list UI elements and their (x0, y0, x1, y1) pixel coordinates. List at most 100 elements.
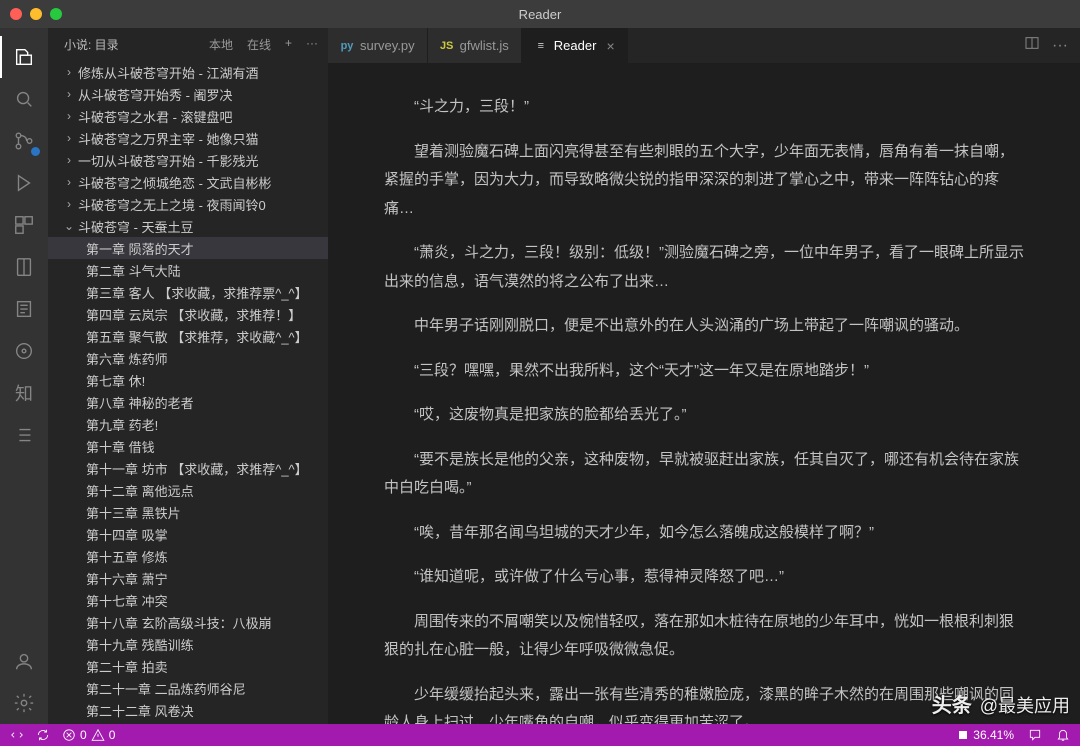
window-controls[interactable] (0, 8, 62, 20)
close-tab-icon[interactable]: × (606, 38, 614, 54)
chapter-label: 第十四章 吸掌 (86, 525, 168, 544)
tab-label: Reader (554, 38, 597, 53)
chapter-item[interactable]: 第二十三章 争抢 (48, 721, 328, 724)
chapter-item[interactable]: 第十五章 修炼 (48, 545, 328, 567)
watermark: 头条 @最美应用 (932, 689, 1070, 718)
editor-tab[interactable]: JSgfwlist.js (428, 28, 522, 63)
chapter-label: 第十二章 离他远点 (86, 481, 194, 500)
notes-icon[interactable] (0, 288, 48, 330)
chapter-item[interactable]: 第十二章 离他远点 (48, 479, 328, 501)
settings-icon[interactable] (0, 682, 48, 724)
chevron-icon: › (62, 175, 76, 189)
chevron-icon: › (62, 197, 76, 211)
chapter-item[interactable]: 第一章 陨落的天才 (48, 237, 328, 259)
chapter-item[interactable]: 第八章 神秘的老者 (48, 391, 328, 413)
chapter-item[interactable]: 第二章 斗气大陆 (48, 259, 328, 281)
tab-bar: pysurvey.pyJSgfwlist.js≡Reader× ··· (328, 28, 1080, 63)
paragraph: 望着测验魔石碑上面闪亮得甚至有些刺眼的五个大字，少年面无表情，唇角有着一抹自嘲，… (384, 138, 1024, 224)
account-icon[interactable] (0, 640, 48, 682)
chapter-item[interactable]: 第五章 聚气散 【求推荐，求收藏^_^】 (48, 325, 328, 347)
chapter-item[interactable]: 第十一章 坊市 【求收藏，求推荐^_^】 (48, 457, 328, 479)
search-icon[interactable] (0, 78, 48, 120)
sync-icon[interactable] (36, 728, 50, 742)
chapter-item[interactable]: 第二十二章 风卷决 (48, 699, 328, 721)
chapter-item[interactable]: 第十七章 冲突 (48, 589, 328, 611)
chapter-label: 第十章 借钱 (86, 437, 155, 456)
paragraph: 周围传来的不屑嘲笑以及惋惜轻叹，落在那如木桩待在原地的少年耳中，恍如一根根利刺狠… (384, 608, 1024, 665)
chapter-label: 第二十一章 二品炼药师谷尼 (86, 679, 246, 698)
close-window-button[interactable] (10, 8, 22, 20)
sidebar-action-more[interactable]: ··· (306, 36, 318, 53)
activity-bar: 知 (0, 28, 48, 724)
paragraph: “三段？嘿嘿，果然不出我所料，这个“天才”这一年又是在原地踏步！” (384, 357, 1024, 386)
chapter-label: 第三章 客人 【求收藏，求推荐票^_^】 (86, 283, 308, 302)
bell-icon[interactable] (1056, 728, 1070, 742)
zhihu-icon[interactable]: 知 (0, 372, 48, 414)
chapter-label: 第二十章 拍卖 (86, 657, 168, 676)
book-item[interactable]: ›从斗破苍穹开始秀 - 阇罗决 (48, 83, 328, 105)
progress-item[interactable]: 36.41% (957, 728, 1014, 742)
book-item[interactable]: ›斗破苍穹之水君 - 滚键盘吧 (48, 105, 328, 127)
chapter-item[interactable]: 第二十一章 二品炼药师谷尼 (48, 677, 328, 699)
problems-item[interactable]: 0 0 (62, 728, 115, 742)
chapter-label: 第八章 神秘的老者 (86, 393, 194, 412)
reader-icon[interactable] (0, 246, 48, 288)
explorer-icon[interactable] (0, 36, 48, 78)
more-actions-icon[interactable]: ··· (1052, 37, 1068, 55)
chapter-item[interactable]: 第十章 借钱 (48, 435, 328, 457)
split-editor-icon[interactable] (1024, 35, 1040, 56)
chevron-icon: › (62, 109, 76, 123)
minimize-window-button[interactable] (30, 8, 42, 20)
book-item[interactable]: ⌄斗破苍穹 - 天蚕土豆 (48, 215, 328, 237)
chapter-item[interactable]: 第六章 炼药师 (48, 347, 328, 369)
chapter-item[interactable]: 第九章 药老! (48, 413, 328, 435)
sidebar-title: 小说: 目录 (64, 36, 119, 53)
chapter-item[interactable]: 第七章 休! (48, 369, 328, 391)
window-title: Reader (519, 7, 562, 22)
chapter-item[interactable]: 第十九章 残酷训练 (48, 633, 328, 655)
book-label: 修炼从斗破苍穹开始 - 江湖有酒 (76, 63, 259, 82)
sidebar-tree: ›修炼从斗破苍穹开始 - 江湖有酒›从斗破苍穹开始秀 - 阇罗决›斗破苍穹之水君… (48, 61, 328, 724)
paragraph: “萧炎，斗之力，三段！级别：低级！”测验魔石碑之旁，一位中年男子，看了一眼碑上所… (384, 239, 1024, 296)
extensions-icon[interactable] (0, 204, 48, 246)
chapter-item[interactable]: 第四章 云岚宗 【求收藏，求推荐！】 (48, 303, 328, 325)
book-label: 一切从斗破苍穹开始 - 千影残光 (76, 151, 259, 170)
editor-tab[interactable]: ≡Reader× (522, 28, 628, 63)
chapter-item[interactable]: 第二十章 拍卖 (48, 655, 328, 677)
book-label: 斗破苍穹之无上之境 - 夜雨闻铃0 (76, 195, 266, 214)
statusbar: 0 0 36.41% (0, 724, 1080, 746)
sidebar-action-online[interactable]: 在线 (247, 36, 271, 53)
tab-label: survey.py (360, 38, 415, 53)
chapter-item[interactable]: 第十八章 玄阶高级斗技：八极崩 (48, 611, 328, 633)
chapter-item[interactable]: 第十六章 萧宁 (48, 567, 328, 589)
book-item[interactable]: ›斗破苍穹之倾城绝恋 - 文武自彬彬 (48, 171, 328, 193)
maximize-window-button[interactable] (50, 8, 62, 20)
sidebar: 小说: 目录 本地 在线 + ··· ›修炼从斗破苍穹开始 - 江湖有酒›从斗破… (48, 28, 328, 724)
chapter-label: 第二章 斗气大陆 (86, 261, 181, 280)
chapter-item[interactable]: 第三章 客人 【求收藏，求推荐票^_^】 (48, 281, 328, 303)
disc-icon[interactable] (0, 330, 48, 372)
chapter-item[interactable]: 第十四章 吸掌 (48, 523, 328, 545)
book-item[interactable]: ›斗破苍穹之万界主宰 - 她像只猫 (48, 127, 328, 149)
sidebar-action-local[interactable]: 本地 (209, 36, 233, 53)
paragraph: 中年男子话刚刚脱口，便是不出意外的在人头汹涌的广场上带起了一阵嘲讽的骚动。 (384, 312, 1024, 341)
book-label: 斗破苍穹之万界主宰 - 她像只猫 (76, 129, 259, 148)
chapter-label: 第十九章 残酷训练 (86, 635, 194, 654)
list-icon[interactable] (0, 414, 48, 456)
book-item[interactable]: ›一切从斗破苍穹开始 - 千影残光 (48, 149, 328, 171)
source-control-icon[interactable] (0, 120, 48, 162)
run-icon[interactable] (0, 162, 48, 204)
sidebar-action-add[interactable]: + (285, 36, 292, 53)
editor-tab[interactable]: pysurvey.py (328, 28, 428, 63)
chapter-label: 第五章 聚气散 【求推荐，求收藏^_^】 (86, 327, 308, 346)
feedback-icon[interactable] (1028, 728, 1042, 742)
chevron-icon: › (62, 87, 76, 101)
book-item[interactable]: ›修炼从斗破苍穹开始 - 江湖有酒 (48, 61, 328, 83)
book-item[interactable]: ›斗破苍穹之无上之境 - 夜雨闻铃0 (48, 193, 328, 215)
chapter-label: 第六章 炼药师 (86, 349, 168, 368)
paragraph: “哎，这废物真是把家族的脸都给丢光了。” (384, 401, 1024, 430)
paragraph: “唉，昔年那名闻乌坦城的天才少年，如今怎么落魄成这般模样了啊？” (384, 519, 1024, 548)
remote-icon[interactable] (10, 728, 24, 742)
book-label: 斗破苍穹之水君 - 滚键盘吧 (76, 107, 233, 126)
chapter-item[interactable]: 第十三章 黑铁片 (48, 501, 328, 523)
